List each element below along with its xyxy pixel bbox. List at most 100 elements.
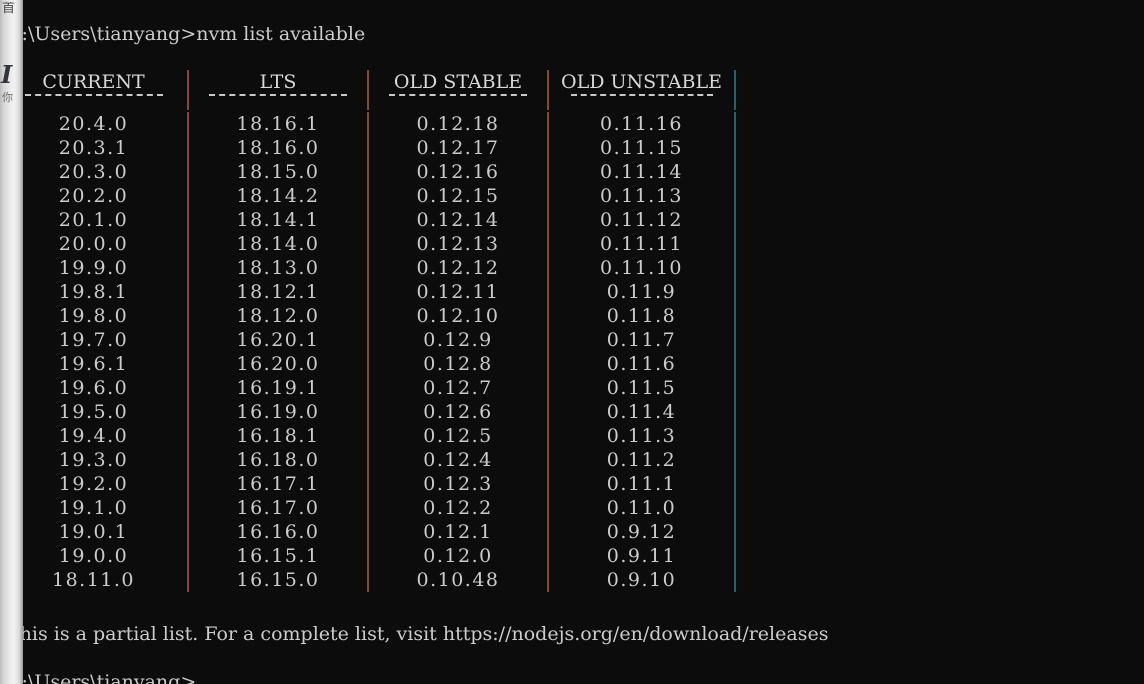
version-cell-current: 19.0.1 [23,520,189,544]
version-cell-old-stable: 0.12.4 [369,448,549,472]
table-row: 19.1.0 16.17.0 0.12.2 0.11.0 [23,496,1144,520]
table-row: 19.0.1 16.16.0 0.12.1 0.9.12 [23,520,1144,544]
version-cell-lts: 18.14.0 [189,232,369,256]
version-number: 0.12.12 [416,257,500,279]
version-number: 16.18.0 [236,449,320,471]
version-cell-current: 20.2.0 [23,184,189,208]
version-number: 0.11.3 [606,425,677,447]
table-row: 20.3.0 18.15.0 0.12.16 0.11.14 [23,160,1144,184]
version-number: 0.11.12 [599,209,684,231]
version-cell-lts: 16.19.1 [189,376,369,400]
version-cell-current: 19.9.0 [23,256,189,280]
table-row: 19.7.0 16.20.1 0.12.9 0.11.7 [23,328,1144,352]
version-number: 0.11.5 [606,377,677,399]
partial-list-note: This is a partial list. For a complete l… [23,623,829,645]
version-cell-old-stable: 0.12.0 [369,544,549,568]
version-cell-old-stable: 0.12.13 [369,232,549,256]
version-cell-old-unstable: 0.11.16 [549,112,736,136]
version-number: 0.11.9 [606,281,677,303]
version-number: 18.14.1 [236,209,320,231]
version-number: 0.9.12 [606,521,677,543]
version-cell-current: 19.4.0 [23,424,189,448]
command-prompt-line-bottom: C:\Users\tianyang> [23,671,197,684]
version-number: 0.11.8 [606,305,677,327]
version-number: 18.16.0 [236,137,320,159]
version-cell-current: 20.1.0 [23,208,189,232]
console-window[interactable]: C:\Users\tianyang>nvm list available CUR… [23,0,1144,684]
version-number: 20.3.0 [58,161,129,183]
version-number: 0.12.16 [416,161,500,183]
version-number: 16.19.1 [236,377,320,399]
version-number: 19.0.0 [58,545,129,567]
version-cell-old-unstable: 0.11.4 [549,400,736,424]
version-cell-old-unstable: 0.11.1 [549,472,736,496]
version-cell-old-stable: 0.12.2 [369,496,549,520]
rule-line [209,94,347,96]
version-number: 16.19.0 [236,401,320,423]
version-cell-current: 19.5.0 [23,400,189,424]
version-cell-lts: 16.17.1 [189,472,369,496]
table-row: 19.6.0 16.19.1 0.12.7 0.11.5 [23,376,1144,400]
version-cell-lts: 16.15.1 [189,544,369,568]
column-header-current: CURRENT [23,70,189,94]
rule-old-stable [369,94,549,110]
table-header-row: CURRENT LTS OLD STABLE OLD UNSTABLE [23,70,1144,94]
version-cell-old-stable: 0.12.7 [369,376,549,400]
version-number: 16.17.0 [236,497,320,519]
background-italic-icon: I [1,60,13,89]
version-cell-lts: 18.12.1 [189,280,369,304]
version-cell-old-stable: 0.12.1 [369,520,549,544]
version-number: 0.11.10 [599,257,684,279]
table-row: 19.8.0 18.12.0 0.12.10 0.11.8 [23,304,1144,328]
rule-lts [189,94,369,110]
background-window-sliver[interactable]: 首 I 你 [0,0,23,684]
version-cell-lts: 16.19.0 [189,400,369,424]
version-cell-current: 19.1.0 [23,496,189,520]
version-cell-lts: 16.17.0 [189,496,369,520]
version-cell-old-unstable: 0.11.12 [549,208,736,232]
version-number: 0.11.2 [606,449,677,471]
version-number: 0.12.11 [416,281,500,303]
version-number: 18.11.0 [51,569,136,591]
version-cell-lts: 16.16.0 [189,520,369,544]
version-number: 20.4.0 [58,113,129,135]
table-row: 19.4.0 16.18.1 0.12.5 0.11.3 [23,424,1144,448]
version-number: 0.12.9 [423,329,493,351]
version-cell-lts: 16.18.1 [189,424,369,448]
version-number: 0.12.0 [423,545,493,567]
version-cell-current: 19.8.0 [23,304,189,328]
version-cell-lts: 18.12.0 [189,304,369,328]
table-row: 20.0.0 18.14.0 0.12.13 0.11.11 [23,232,1144,256]
version-cell-old-unstable: 0.11.10 [549,256,736,280]
version-cell-current: 19.6.1 [23,352,189,376]
version-number: 19.1.0 [58,497,129,519]
version-number: 19.2.0 [58,473,129,495]
version-number: 0.11.13 [599,185,684,207]
version-cell-current: 20.0.0 [23,232,189,256]
version-number: 20.3.1 [58,137,129,159]
rule-current [23,94,189,110]
version-cell-current: 19.3.0 [23,448,189,472]
version-cell-lts: 16.20.1 [189,328,369,352]
version-number: 0.12.4 [423,449,493,471]
version-number: 18.12.1 [236,281,320,303]
version-number: 19.0.1 [58,521,129,543]
version-number: 0.12.3 [423,473,493,495]
version-number: 16.17.1 [236,473,320,495]
version-cell-old-stable: 0.12.3 [369,472,549,496]
version-number: 0.11.4 [606,401,677,423]
version-cell-lts: 16.18.0 [189,448,369,472]
version-cell-old-stable: 0.12.5 [369,424,549,448]
version-number: 0.11.14 [599,161,684,183]
rule-old-unstable [549,94,736,110]
version-number: 0.11.16 [599,113,684,135]
version-cell-old-unstable: 0.11.8 [549,304,736,328]
version-cell-old-stable: 0.12.12 [369,256,549,280]
column-header-old-stable: OLD STABLE [369,70,549,94]
rule-line [24,94,163,96]
version-cell-old-unstable: 0.9.10 [549,568,736,592]
version-number: 0.12.8 [423,353,493,375]
version-cell-old-stable: 0.12.10 [369,304,549,328]
version-cell-old-stable: 0.12.18 [369,112,549,136]
table-body: 20.4.0 18.16.1 0.12.18 0.11.16 20.3.1 18.16.0… [23,112,1144,592]
